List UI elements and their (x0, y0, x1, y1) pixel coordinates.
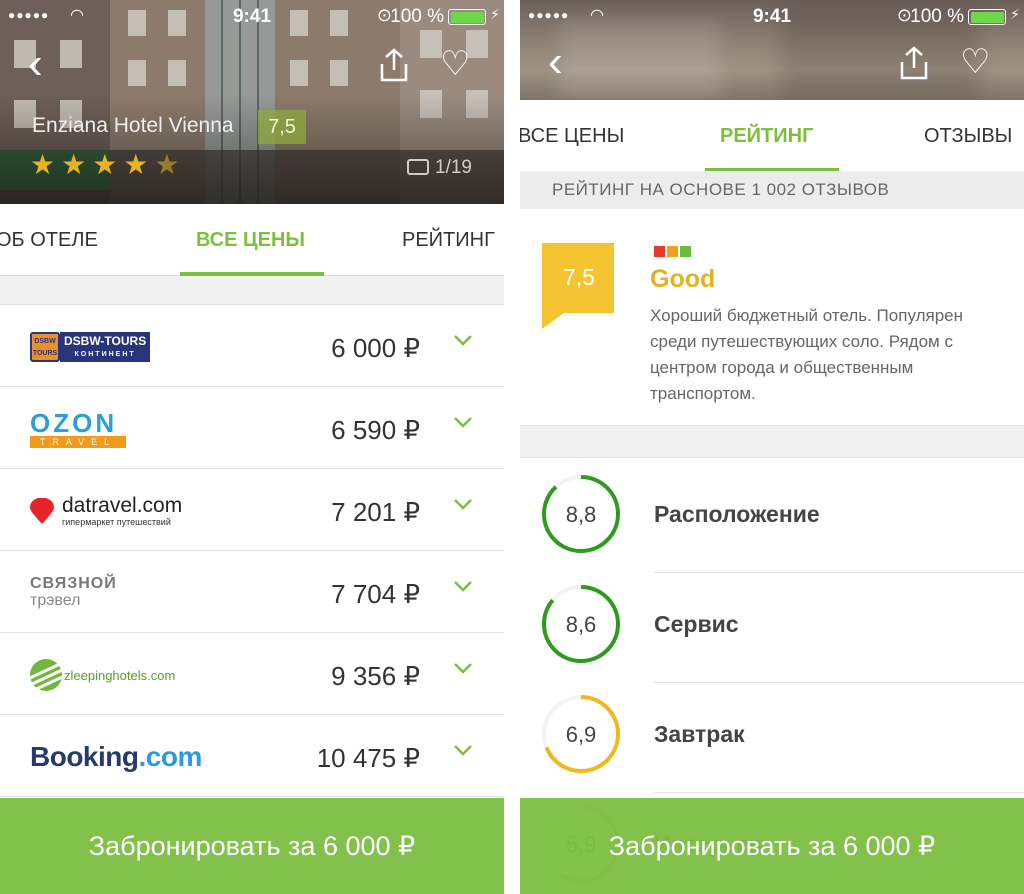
category-name: Завтрак (654, 721, 745, 747)
hotel-score-badge: 7,5 (258, 110, 306, 144)
overall-description: Хороший бюджетный отель. Популярен среди… (650, 306, 963, 403)
offer-price: 7 201 ₽ (331, 497, 420, 527)
category-rating-row: 6,9 Завтрак (520, 683, 1024, 793)
datravel-logo: datravel.com гипермаркет путешествий (30, 489, 182, 533)
favorite-heart-icon[interactable]: ♡ (440, 44, 470, 84)
charging-icon: ⚡ (1010, 6, 1020, 22)
half-star-icon: ★ (154, 149, 186, 180)
battery-icon (448, 9, 486, 25)
datravel-sub: гипермаркет путешествий (62, 517, 171, 527)
zleepinghotels-logo: zleepinghotels.com (30, 653, 175, 697)
chevron-down-icon[interactable] (452, 493, 474, 515)
offer-price: 7 704 ₽ (331, 579, 420, 609)
category-score: 6,9 (566, 722, 597, 747)
star-icons: ★★★★ (30, 149, 155, 180)
dsbw-sub: КОНТИНЕНТ (74, 351, 136, 358)
offer-row-datravel[interactable]: datravel.com гипермаркет путешествий 7 20… (0, 469, 504, 551)
chevron-down-icon[interactable] (452, 657, 474, 679)
battery-percent: 100 % (390, 6, 444, 27)
category-score-ring: 6,9 (542, 695, 620, 773)
share-icon[interactable] (378, 48, 410, 82)
category-rating-row: 8,6 Сервис (520, 573, 1024, 683)
zleeping-name: zleepinghotels.com (64, 667, 176, 683)
dsbw-wordmark: DSBW-TOURS КОНТИНЕНТ (60, 332, 151, 362)
offer-price: 6 000 ₽ (331, 333, 420, 363)
category-rating-row: 8,8 Расположение (520, 463, 1024, 573)
ozon-travel-logo: OZON TRAVEL (30, 407, 126, 451)
screens-divider (504, 0, 520, 894)
category-name: Расположение (654, 501, 820, 527)
ozon-name: OZON (30, 408, 118, 438)
share-icon[interactable] (898, 46, 930, 80)
status-bar: ●●●●● ◠ 9:41 ⊙ 100 % ⚡ (520, 0, 1024, 32)
offer-row-dsbw[interactable]: DSBW TOURS DSBW-TOURS КОНТИНЕНТ 6 000 ₽ (0, 305, 504, 387)
zleeping-ball-icon (30, 659, 62, 691)
offer-price: 10 475 ₽ (316, 743, 420, 773)
hotel-prices-screen: ●●●●● ◠ 9:41 ⊙ 100 % ⚡ ‹ ♡ Enziana Hotel… (0, 0, 504, 894)
offer-row-booking[interactable]: Booking .com 10 475 ₽ (0, 715, 504, 797)
category-score: 8,8 (566, 502, 597, 527)
photo-counter-text: 1/19 (435, 157, 472, 178)
category-score-ring: 8,8 (542, 475, 620, 553)
book-button[interactable]: Забронировать за 6 000 ₽ (520, 798, 1024, 894)
tab-bar: ВСЕ ЦЕНЫ РЕЙТИНГ ОТЗЫВЫ (520, 100, 1024, 172)
favorite-heart-icon[interactable]: ♡ (960, 42, 990, 82)
chevron-down-icon[interactable] (452, 329, 474, 351)
tab-all-prices[interactable]: ВСЕ ЦЕНЫ (520, 100, 624, 172)
hotel-rating-screen: ●●●●● ◠ 9:41 ⊙ 100 % ⚡ ‹ ♡ ВСЕ ЦЕНЫ РЕЙТ… (520, 0, 1024, 894)
overall-label: Good (650, 265, 716, 293)
battery-percent: 100 % (910, 6, 964, 27)
datravel-name: datravel.com (62, 494, 183, 517)
camera-icon (407, 159, 430, 175)
section-separator (520, 425, 1024, 458)
dsbw-seal: DSBW TOURS (30, 332, 60, 362)
hotel-name: Enziana Hotel Vienna (32, 114, 234, 137)
hotel-star-rating: ★★★★★ (30, 148, 186, 181)
dsbw-name: DSBW-TOURS (64, 334, 147, 348)
list-separator (0, 276, 504, 305)
category-name: Сервис (654, 611, 739, 637)
chevron-down-icon[interactable] (452, 739, 474, 761)
score-scale-icon (654, 244, 693, 262)
svyaznoy-travel-logo: СВЯЗНОЙ трэвел (30, 571, 117, 615)
charging-icon: ⚡ (490, 6, 500, 22)
offer-row-zleeping[interactable]: zleepinghotels.com 9 356 ₽ (0, 633, 504, 715)
rating-basis-header: РЕЙТИНГ НА ОСНОВЕ 1 002 ОТЗЫВОВ (520, 171, 1024, 209)
tab-rating[interactable]: РЕЙТИНГ (720, 100, 813, 172)
category-score-ring: 8,6 (542, 585, 620, 663)
booking-domain: .com (138, 741, 203, 772)
offer-row-ozon[interactable]: OZON TRAVEL 6 590 ₽ (0, 387, 504, 469)
tab-rating[interactable]: РЕЙТИНГ (402, 204, 495, 276)
location-pin-icon (30, 498, 54, 524)
dsbw-tours-logo: DSBW TOURS DSBW-TOURS КОНТИНЕНТ (30, 325, 151, 369)
svyaznoy-name: СВЯЗНОЙ (30, 575, 117, 592)
svyaznoy-sub: трэвел (30, 592, 81, 609)
booking-com-logo: Booking .com (30, 735, 202, 779)
back-chevron-icon[interactable]: ‹ (28, 42, 43, 86)
back-chevron-icon[interactable]: ‹ (548, 40, 563, 84)
offer-price: 6 590 ₽ (331, 415, 420, 445)
tab-all-prices[interactable]: ВСЕ ЦЕНЫ (196, 204, 305, 276)
photo-counter[interactable]: 1/19 (407, 157, 472, 179)
offer-row-svyaznoy[interactable]: СВЯЗНОЙ трэвел 7 704 ₽ (0, 551, 504, 633)
tab-reviews[interactable]: ОТЗЫВЫ (924, 100, 1012, 172)
chevron-down-icon[interactable] (452, 411, 474, 433)
booking-name: Booking (30, 741, 139, 772)
chevron-down-icon[interactable] (452, 575, 474, 597)
book-button[interactable]: Забронировать за 6 000 ₽ (0, 798, 504, 894)
overall-score: 7,5 (563, 264, 595, 290)
score-flag: 7,5 (542, 243, 614, 329)
ozon-sub: TRAVEL (30, 436, 126, 448)
status-bar: ●●●●● ◠ 9:41 ⊙ 100 % ⚡ (0, 0, 504, 32)
offer-price: 9 356 ₽ (331, 661, 420, 691)
battery-icon (968, 9, 1006, 25)
overall-rating-summary: 7,5 Good Хороший бюджетный отель. Популя… (520, 209, 1024, 425)
category-score: 8,6 (566, 612, 597, 637)
tab-about-hotel[interactable]: ОБ ОТЕЛЕ (0, 204, 98, 276)
tab-bar: ОБ ОТЕЛЕ ВСЕ ЦЕНЫ РЕЙТИНГ (0, 204, 504, 276)
